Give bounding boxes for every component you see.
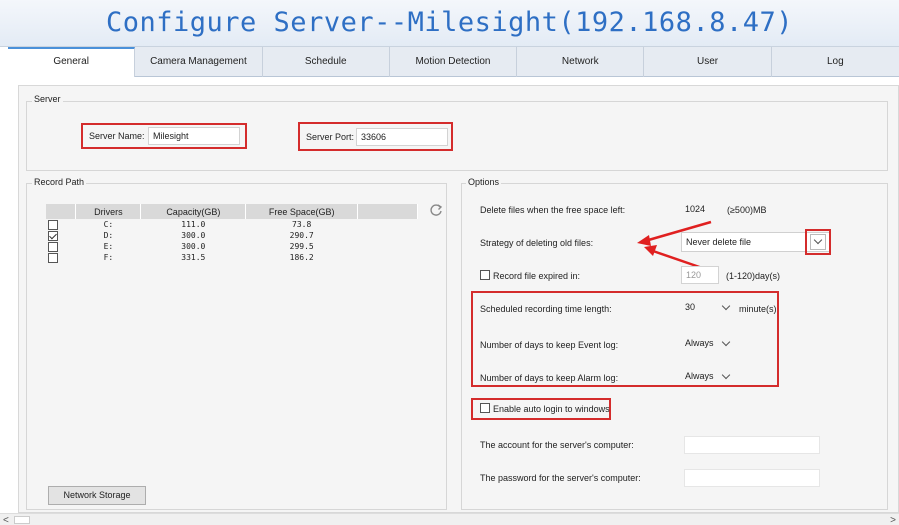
chevron-down-icon (721, 370, 731, 380)
server-port-input[interactable]: 33606 (356, 128, 448, 146)
general-panel: Server Server Name: Milesight Server Por… (18, 85, 899, 513)
tab-motion-detection[interactable]: Motion Detection (390, 47, 518, 77)
tab-schedule[interactable]: Schedule (263, 47, 390, 77)
free-space-cell: 299.5 (289, 242, 314, 251)
account-label: The account for the server's computer: (480, 440, 634, 450)
table-row[interactable]: D: 300.0 290.7 (46, 230, 418, 241)
drivers-column-header: Drivers (75, 204, 142, 219)
drive-checkbox[interactable] (48, 230, 58, 241)
drive-cell: E: (103, 242, 114, 251)
drive-checkbox[interactable] (48, 219, 58, 230)
table-row[interactable]: E: 300.0 299.5 (46, 241, 418, 252)
event-log-value: Always (685, 338, 714, 348)
drive-cell: C: (103, 220, 114, 229)
auto-login-label: Enable auto login to windows (493, 404, 610, 414)
scheduled-time-select[interactable]: 30 (681, 298, 733, 318)
server-name-input[interactable]: Milesight (148, 127, 240, 145)
drive-cell: F: (103, 253, 114, 262)
refresh-icon[interactable] (429, 203, 443, 217)
delete-space-unit: (≥500)MB (727, 205, 767, 215)
free-space-cell: 186.2 (289, 253, 314, 262)
auto-login-checkbox[interactable] (480, 403, 490, 413)
drive-checkbox[interactable] (48, 241, 58, 252)
drive-cell: D: (103, 231, 114, 240)
event-log-select[interactable]: Always (681, 334, 733, 354)
capacity-cell: 111.0 (181, 220, 206, 229)
alarm-log-label: Number of days to keep Alarm log: (480, 373, 619, 383)
options-legend: Options (466, 177, 502, 187)
record-expired-input[interactable]: 120 (681, 266, 719, 284)
scheduled-time-value: 30 (685, 302, 696, 312)
tab-general[interactable]: General (8, 47, 136, 77)
free-space-cell: 290.7 (289, 231, 314, 240)
tab-user[interactable]: User (644, 47, 772, 77)
alarm-log-select[interactable]: Always (681, 367, 733, 387)
scroll-left-icon[interactable]: < (3, 515, 9, 525)
event-log-label: Number of days to keep Event log: (480, 340, 619, 350)
tab-bar: General Camera Management Schedule Motio… (8, 47, 899, 77)
password-label: The password for the server's computer: (480, 473, 641, 483)
server-name-label: Server Name: (89, 131, 145, 141)
table-row[interactable]: F: 331.5 186.2 (46, 252, 418, 263)
tab-network[interactable]: Network (517, 47, 645, 77)
network-storage-button[interactable]: Network Storage (48, 486, 146, 505)
chevron-down-icon (721, 301, 731, 311)
alarm-log-value: Always (685, 371, 714, 381)
drives-table: Drivers Capacity(GB) Free Space(GB) C: 1… (46, 204, 418, 263)
password-input[interactable] (684, 469, 820, 487)
scheduled-time-unit: minute(s) (739, 304, 777, 314)
capacity-cell: 300.0 (181, 231, 206, 240)
capacity-cell: 331.5 (181, 253, 206, 262)
window-title: Configure Server--Milesight(192.168.8.47… (106, 7, 793, 38)
strategy-label: Strategy of deleting old files: (480, 238, 594, 248)
scroll-right-icon[interactable]: > (890, 515, 896, 525)
tab-log[interactable]: Log (772, 47, 899, 77)
drive-checkbox[interactable] (48, 252, 58, 263)
checkbox-column-header (46, 204, 77, 219)
record-path-legend: Record Path (32, 177, 87, 187)
horizontal-scrollbar[interactable]: < > (0, 513, 899, 525)
capacity-column-header: Capacity(GB) (140, 204, 247, 219)
scroll-thumb[interactable] (14, 516, 30, 524)
chevron-down-icon[interactable] (810, 234, 826, 250)
capacity-cell: 300.0 (181, 242, 206, 251)
record-expired-unit: (1-120)day(s) (726, 271, 781, 281)
delete-space-label: Delete files when the free space left: (480, 205, 626, 215)
table-row[interactable]: C: 111.0 73.8 (46, 219, 418, 230)
server-port-label: Server Port: (306, 132, 355, 142)
tab-camera-management[interactable]: Camera Management (135, 47, 263, 77)
free-space-column-header: Free Space(GB) (245, 204, 359, 219)
scheduled-time-label: Scheduled recording time length: (480, 304, 612, 314)
record-expired-checkbox[interactable] (480, 270, 490, 280)
window-title-bar: Configure Server--Milesight(192.168.8.47… (0, 0, 899, 47)
record-expired-label: Record file expired in: (493, 271, 581, 281)
free-space-cell: 73.8 (292, 220, 312, 229)
server-legend: Server (32, 94, 63, 104)
blank-column-header (357, 204, 418, 219)
chevron-down-icon (721, 337, 731, 347)
account-input[interactable] (684, 436, 820, 454)
